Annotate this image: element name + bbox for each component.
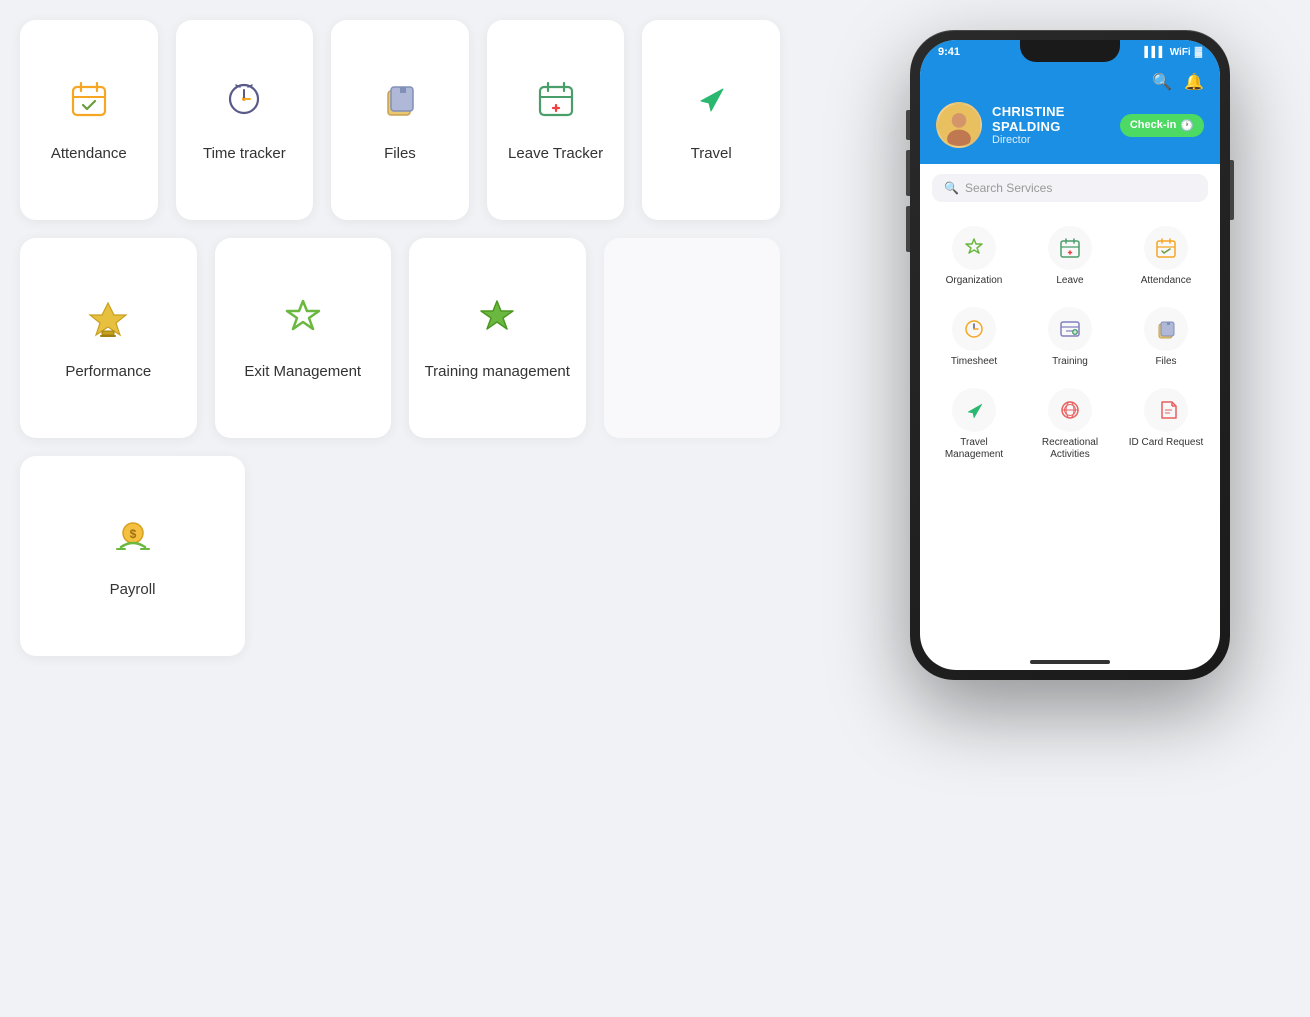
timesheet-label: Timesheet: [951, 356, 997, 368]
status-icons: ▌▌▌ WiFi ▓: [1144, 47, 1202, 58]
battery-icon: ▓: [1195, 47, 1202, 58]
recreational-icon-wrap: [1048, 388, 1092, 432]
payroll-icon: $: [111, 513, 155, 564]
phone-screen: 9:41 ▌▌▌ WiFi ▓ 🔍 🔔: [920, 40, 1220, 670]
card-files[interactable]: Files: [331, 20, 469, 220]
files-service-label: Files: [1155, 356, 1176, 368]
clock-icon: 🕐: [1180, 119, 1194, 132]
service-leave[interactable]: Leave: [1024, 218, 1116, 295]
checkin-label: Check-in: [1130, 119, 1176, 131]
checkin-button[interactable]: Check-in 🕐: [1120, 114, 1204, 137]
phone-vol-up-btn: [906, 150, 910, 196]
card-blank: [604, 238, 781, 438]
phone-vol-down-btn: [906, 206, 910, 252]
grid-row-1: Attendance Time tracker: [20, 20, 780, 220]
attendance-icon: [67, 77, 111, 128]
attendance-service-label: Attendance: [1141, 275, 1192, 287]
id-card-request-label: ID Card Request: [1129, 437, 1203, 449]
id-card-icon-wrap: [1144, 388, 1188, 432]
payroll-label: Payroll: [110, 580, 156, 600]
training-management-icon: [475, 295, 519, 346]
header-actions: 🔍 🔔: [936, 72, 1204, 92]
leave-icon-wrap: [1048, 226, 1092, 270]
files-icon: [378, 77, 422, 128]
avatar: [936, 102, 982, 148]
travel-management-icon-wrap: [952, 388, 996, 432]
service-recreational-activities[interactable]: Recreational Activities: [1024, 380, 1116, 469]
travel-icon: [689, 77, 733, 128]
card-attendance[interactable]: Attendance: [20, 20, 158, 220]
training-label: Training: [1052, 356, 1088, 368]
leave-tracker-label: Leave Tracker: [508, 144, 603, 164]
card-exit-management[interactable]: Exit Management: [215, 238, 392, 438]
performance-icon: [86, 295, 130, 346]
service-id-card-request[interactable]: ID Card Request: [1120, 380, 1212, 469]
service-files[interactable]: Files: [1120, 299, 1212, 376]
card-travel[interactable]: Travel: [642, 20, 780, 220]
phone-outer: 9:41 ▌▌▌ WiFi ▓ 🔍 🔔: [910, 30, 1230, 680]
service-timesheet[interactable]: Timesheet: [928, 299, 1020, 376]
search-icon[interactable]: 🔍: [1152, 72, 1172, 92]
services-grid: Organization Leave: [920, 208, 1220, 479]
home-indicator: [1030, 660, 1110, 664]
profile-row: CHRISTINE SPALDING Director Check-in 🕐: [936, 102, 1204, 148]
search-placeholder: Search Services: [965, 181, 1052, 195]
status-time: 9:41: [938, 46, 960, 58]
bell-icon[interactable]: 🔔: [1184, 72, 1204, 92]
grid-row-2: Performance Exit Management Training man…: [20, 238, 780, 438]
recreational-activities-label: Recreational Activities: [1028, 437, 1112, 461]
svg-text:$: $: [129, 527, 136, 541]
phone-header: 🔍 🔔 CHRISTINE SPALDING Director: [920, 62, 1220, 164]
profile-info: CHRISTINE SPALDING Director: [992, 104, 1110, 146]
time-tracker-icon: [222, 77, 266, 128]
service-organization[interactable]: Organization: [928, 218, 1020, 295]
travel-label: Travel: [691, 144, 732, 164]
organization-icon-wrap: [952, 226, 996, 270]
timesheet-icon-wrap: [952, 307, 996, 351]
phone-mockup: 9:41 ▌▌▌ WiFi ▓ 🔍 🔔: [860, 10, 1280, 880]
search-icon-inner: 🔍: [944, 181, 959, 195]
grid-row-3: $ Payroll: [20, 456, 780, 656]
phone-power-btn: [1230, 160, 1234, 220]
card-time-tracker[interactable]: Time tracker: [176, 20, 314, 220]
wifi-icon: WiFi: [1170, 47, 1191, 58]
attendance-service-icon-wrap: [1144, 226, 1188, 270]
leave-tracker-icon: [534, 77, 578, 128]
exit-management-icon: [281, 295, 325, 346]
leave-label: Leave: [1056, 275, 1083, 287]
travel-management-label: Travel Management: [932, 437, 1016, 461]
time-tracker-label: Time tracker: [203, 144, 286, 164]
files-service-icon-wrap: [1144, 307, 1188, 351]
card-payroll[interactable]: $ Payroll: [20, 456, 245, 656]
phone-notch: [1020, 40, 1120, 62]
training-icon-wrap: [1048, 307, 1092, 351]
service-attendance[interactable]: Attendance: [1120, 218, 1212, 295]
performance-label: Performance: [65, 362, 151, 382]
service-travel-management[interactable]: Travel Management: [928, 380, 1020, 469]
signal-icon: ▌▌▌: [1144, 47, 1165, 58]
phone-silent-btn: [906, 110, 910, 140]
card-training-management[interactable]: Training management: [409, 238, 586, 438]
feature-grid: Attendance Time tracker: [20, 20, 780, 674]
profile-title: Director: [992, 134, 1110, 146]
attendance-label: Attendance: [51, 144, 127, 164]
organization-label: Organization: [946, 275, 1003, 287]
exit-management-label: Exit Management: [244, 362, 361, 382]
profile-name: CHRISTINE SPALDING: [992, 104, 1110, 134]
card-performance[interactable]: Performance: [20, 238, 197, 438]
search-bar[interactable]: 🔍 Search Services: [932, 174, 1208, 202]
training-management-label: Training management: [425, 362, 570, 382]
files-label: Files: [384, 144, 416, 164]
service-training[interactable]: Training: [1024, 299, 1116, 376]
search-container: 🔍 Search Services: [920, 164, 1220, 208]
card-leave-tracker[interactable]: Leave Tracker: [487, 20, 625, 220]
